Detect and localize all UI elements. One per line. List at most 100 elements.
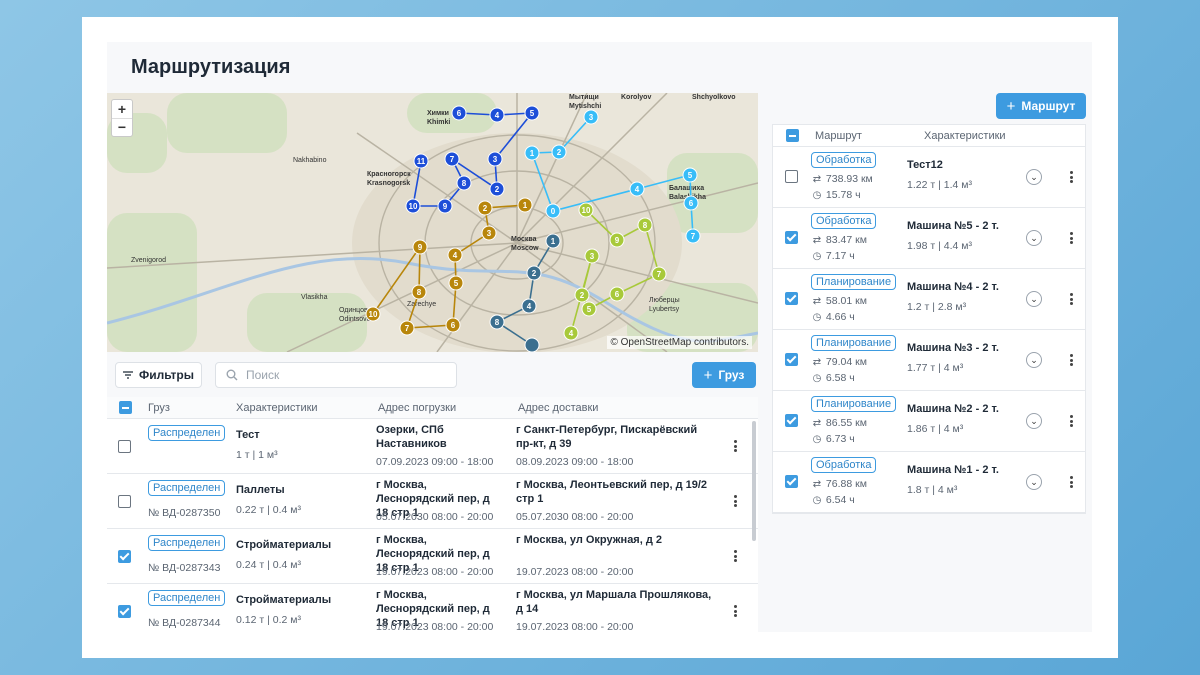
header-cargo: Груз	[148, 401, 170, 414]
more-options-icon[interactable]	[1064, 230, 1078, 246]
more-options-icon[interactable]	[728, 438, 742, 454]
route-vehicle: Машина №4 - 2 т.	[907, 281, 999, 293]
route-duration: ◷ 7.17 ч	[811, 250, 855, 262]
map-city-label: Vlasikha	[301, 294, 328, 301]
cargo-name: Тест	[236, 429, 260, 441]
cargo-row-checkbox[interactable]	[118, 495, 131, 508]
cargo-row[interactable]: Распределен № ВД-0287350 Паллеты 0.22 т …	[107, 474, 758, 529]
zoom-out-button[interactable]: −	[112, 117, 132, 137]
route-row[interactable]: Планирование ⇄ 86.55 км ◷ 6.73 ч Машина …	[773, 391, 1085, 452]
route-stop-number: 2	[557, 148, 562, 157]
delivery-time: 05.07.2030 08:00 - 20:00	[516, 511, 634, 523]
route-rows: Обработка ⇄ 738.93 км ◷ 15.78 ч Тест12 1…	[773, 147, 1085, 513]
route-metrics: 1.22 т | 1.4 м³	[907, 179, 972, 191]
route-map[interactable]: Химки Khimki Мытищи Mytishchi Korolyov Shchyo…	[107, 93, 758, 352]
route-row[interactable]: Обработка ⇄ 738.93 км ◷ 15.78 ч Тест12 1…	[773, 147, 1085, 208]
map-city-label: Shchyolkovo	[692, 94, 736, 101]
clock-icon: ◷	[812, 190, 822, 201]
route-row[interactable]: Планирование ⇄ 58.01 км ◷ 4.66 ч Машина …	[773, 269, 1085, 330]
select-all-cargo-checkbox[interactable]	[119, 401, 132, 414]
delivery-time: 19.07.2023 08:00 - 20:00	[516, 566, 634, 578]
map-canvas[interactable]: Химки Khimki Мытищи Mytishchi Korolyov Shchyo…	[107, 93, 758, 352]
pickup-time: 05.07.2030 08:00 - 20:00	[376, 511, 494, 523]
pickup-time: 07.09.2023 09:00 - 18:00	[376, 456, 494, 468]
chevron-down-icon[interactable]: ⌄	[1026, 474, 1042, 490]
filters-button[interactable]: Фильтры	[115, 362, 202, 388]
route-vehicle: Машина №3 - 2 т.	[907, 342, 999, 354]
cargo-rows: Распределен Тест 1 т | 1 м³ Озерки, СПб …	[107, 419, 758, 632]
search-input[interactable]	[246, 368, 436, 382]
select-all-routes-checkbox[interactable]	[786, 129, 799, 142]
cargo-row[interactable]: Распределен № ВД-0287344 Стройматериалы …	[107, 584, 758, 632]
cargo-metrics: 1 т | 1 м³	[236, 449, 278, 461]
add-cargo-label: Груз	[718, 368, 745, 382]
chevron-down-icon[interactable]: ⌄	[1026, 413, 1042, 429]
cargo-table: Груз Характеристики Адрес погрузки Адрес…	[107, 397, 758, 632]
route-stop-number: 5	[688, 171, 693, 180]
more-options-icon[interactable]	[728, 548, 742, 564]
cargo-code: № ВД-0287350	[148, 507, 221, 519]
zoom-in-button[interactable]: +	[112, 100, 132, 118]
header-route: Маршрут	[815, 129, 862, 142]
more-options-icon[interactable]	[1064, 474, 1078, 490]
map-city-label: Красногорск	[367, 171, 411, 178]
filter-icon	[122, 371, 133, 379]
route-distance: ⇄ 86.55 км	[811, 417, 867, 429]
add-route-button[interactable]: + Маршрут	[996, 93, 1086, 119]
route-vehicle: Тест12	[907, 159, 943, 171]
more-options-icon[interactable]	[1064, 169, 1078, 185]
route-row-checkbox[interactable]	[785, 475, 798, 488]
cargo-scrollbar[interactable]	[752, 421, 756, 541]
more-options-icon[interactable]	[728, 493, 742, 509]
header-characteristics: Характеристики	[236, 401, 318, 414]
map-city-label: Odintsovo	[339, 316, 371, 323]
chevron-down-icon[interactable]: ⌄	[1026, 352, 1042, 368]
cargo-metrics: 0.12 т | 0.2 м³	[236, 614, 301, 626]
filters-label: Фильтры	[138, 368, 195, 382]
route-distance-value: 79.04 км	[825, 356, 867, 368]
route-stop-number: 4	[569, 329, 574, 338]
route-row[interactable]: Обработка ⇄ 83.47 км ◷ 7.17 ч Машина №5 …	[773, 208, 1085, 269]
route-row-checkbox[interactable]	[785, 414, 798, 427]
route-stop-number: 10	[369, 310, 378, 319]
route-stop-number: 5	[530, 109, 535, 118]
route-stop-number: 10	[582, 206, 591, 215]
more-options-icon[interactable]	[1064, 291, 1078, 307]
route-row-checkbox[interactable]	[785, 353, 798, 366]
route-row[interactable]: Обработка ⇄ 76.88 км ◷ 6.54 ч Машина №1 …	[773, 452, 1085, 513]
route-row-checkbox[interactable]	[785, 231, 798, 244]
cargo-row[interactable]: Распределен № ВД-0287343 Стройматериалы …	[107, 529, 758, 584]
more-options-icon[interactable]	[1064, 352, 1078, 368]
map-attribution[interactable]: © OpenStreetMap contributors.	[607, 336, 752, 349]
add-cargo-button[interactable]: + Груз	[692, 362, 756, 388]
route-distance-value: 83.47 км	[825, 234, 867, 246]
map-city-label: Korolyov	[621, 94, 651, 101]
distance-icon: ⇄	[812, 479, 822, 490]
route-status-badge: Обработка	[811, 213, 877, 229]
route-stop-number: 8	[462, 179, 467, 188]
route-row-checkbox[interactable]	[785, 170, 798, 183]
map-city-label: Khimki	[427, 119, 450, 126]
chevron-down-icon[interactable]: ⌄	[1026, 291, 1042, 307]
search-box[interactable]	[215, 362, 457, 388]
route-distance-value: 86.55 км	[825, 417, 867, 429]
pickup-time: 19.07.2023 08:00 - 20:00	[376, 621, 494, 632]
cargo-row[interactable]: Распределен Тест 1 т | 1 м³ Озерки, СПб …	[107, 419, 758, 474]
route-stop-number: 4	[453, 251, 458, 260]
route-stop-number: 8	[643, 221, 648, 230]
route-row[interactable]: Планирование ⇄ 79.04 км ◷ 6.58 ч Машина …	[773, 330, 1085, 391]
route-stop-number: 5	[454, 279, 459, 288]
chevron-down-icon[interactable]: ⌄	[1026, 230, 1042, 246]
route-stop-number: 1	[530, 149, 535, 158]
more-options-icon[interactable]	[1064, 413, 1078, 429]
route-duration: ◷ 6.54 ч	[811, 494, 855, 506]
cargo-row-checkbox[interactable]	[118, 605, 131, 618]
forest-area	[667, 153, 758, 233]
chevron-down-icon[interactable]: ⌄	[1026, 169, 1042, 185]
cargo-row-checkbox[interactable]	[118, 550, 131, 563]
cargo-row-checkbox[interactable]	[118, 440, 131, 453]
more-options-icon[interactable]	[728, 603, 742, 619]
route-stop-number: 2	[495, 185, 500, 194]
cargo-status-badge: Распределен	[148, 425, 226, 441]
route-row-checkbox[interactable]	[785, 292, 798, 305]
